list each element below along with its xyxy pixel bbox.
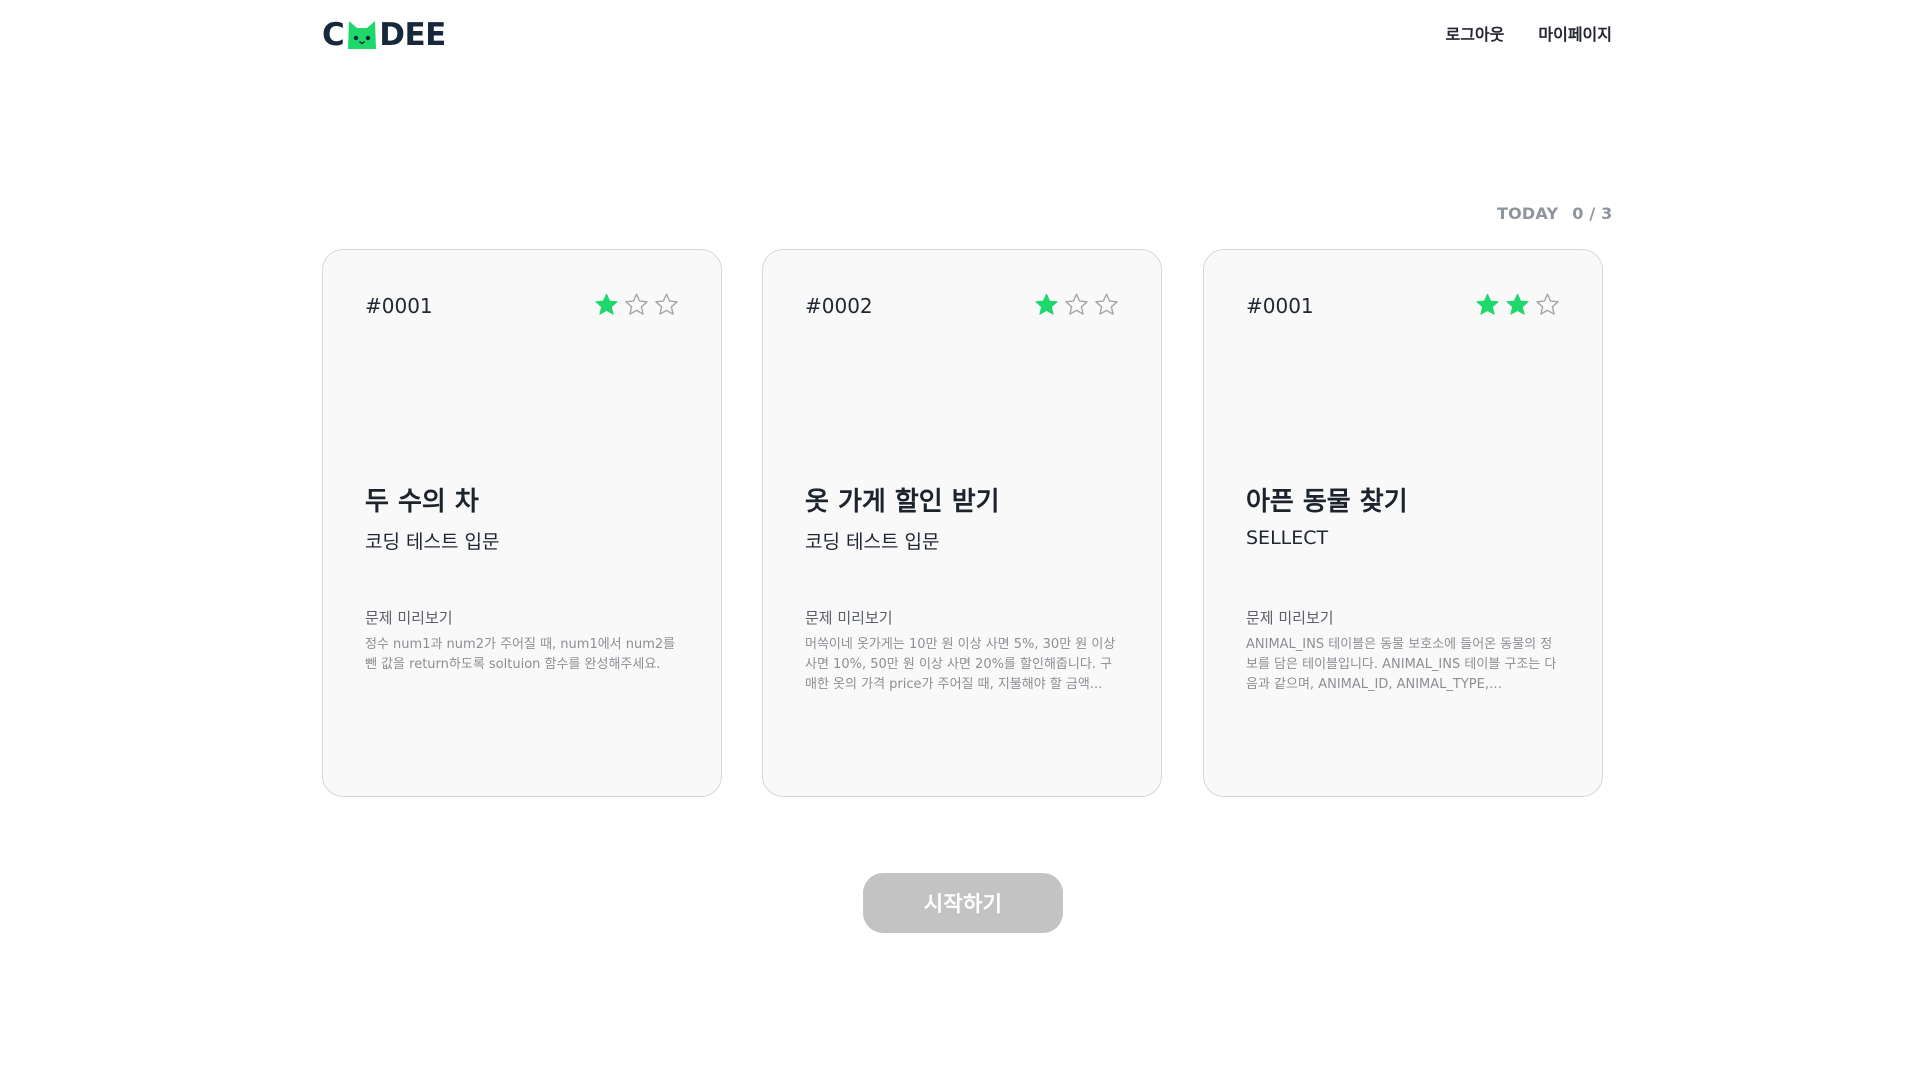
preview-text: ANIMAL_INS 테이블은 동물 보호소에 들어온 동물의 정보를 담은 테…	[1246, 637, 1557, 692]
cat-face-logo-icon	[348, 21, 377, 49]
empty-star-icon	[1065, 293, 1088, 315]
filled-star-icon	[1476, 293, 1499, 315]
logo-letters-dee: DEE	[379, 16, 446, 53]
empty-star-icon	[1095, 293, 1118, 315]
today-label: TODAY	[1497, 204, 1559, 223]
logo-letter-c: C	[322, 16, 345, 53]
codee-logo[interactable]: C DEE	[322, 17, 446, 53]
problem-number: #0001	[365, 294, 433, 318]
problem-card-3[interactable]: #0001 아픈 동물 찾기 SELLECT 문제 미리보기 ANIMAL_IN…	[1203, 249, 1603, 797]
empty-star-icon	[625, 293, 648, 315]
problem-title: 옷 가게 할인 받기	[805, 487, 1000, 517]
preview-label: 문제 미리보기	[805, 609, 893, 627]
problem-category: 코딩 테스트 입문	[365, 531, 500, 553]
logout-link[interactable]: 로그아웃	[1446, 21, 1505, 45]
difficulty-rating	[1475, 292, 1560, 317]
difficulty-rating	[1034, 292, 1119, 317]
preview-label: 문제 미리보기	[1246, 609, 1334, 627]
problem-category: SELLECT	[1246, 527, 1329, 549]
today-progress: TODAY 0 / 3	[1497, 204, 1612, 223]
problem-number: #0001	[1246, 294, 1314, 318]
difficulty-rating	[594, 292, 679, 317]
filled-star-icon	[1506, 293, 1529, 315]
filled-star-icon	[595, 293, 618, 315]
filled-star-icon	[1035, 293, 1058, 315]
problem-card-1[interactable]: #0001 두 수의 차 코딩 테스트 입문 문제 미리보기 정수 num1과 …	[322, 249, 722, 797]
problem-title: 아픈 동물 찾기	[1246, 487, 1408, 517]
preview-text: 머쓱이네 옷가게는 10만 원 이상 사면 5%, 30만 원 이상 사면 10…	[805, 637, 1116, 692]
start-button[interactable]: 시작하기	[863, 873, 1063, 933]
problem-title: 두 수의 차	[365, 487, 479, 517]
top-navigation: 로그아웃 마이페이지	[1446, 21, 1613, 45]
header: C DEE 로그아웃 마이페이지	[322, 15, 1612, 61]
preview-label: 문제 미리보기	[365, 609, 453, 627]
today-count: 0 / 3	[1572, 204, 1613, 223]
problem-number: #0002	[805, 294, 873, 318]
empty-star-icon	[655, 293, 678, 315]
problem-category: 코딩 테스트 입문	[805, 531, 940, 553]
preview-text: 정수 num1과 num2가 주어질 때, num1에서 num2를 뺀 값을 …	[365, 637, 676, 672]
mypage-link[interactable]: 마이페이지	[1538, 21, 1612, 45]
empty-star-icon	[1536, 293, 1559, 315]
problem-card-2[interactable]: #0002 옷 가게 할인 받기 코딩 테스트 입문 문제 미리보기 머쓱이네 …	[762, 249, 1162, 797]
